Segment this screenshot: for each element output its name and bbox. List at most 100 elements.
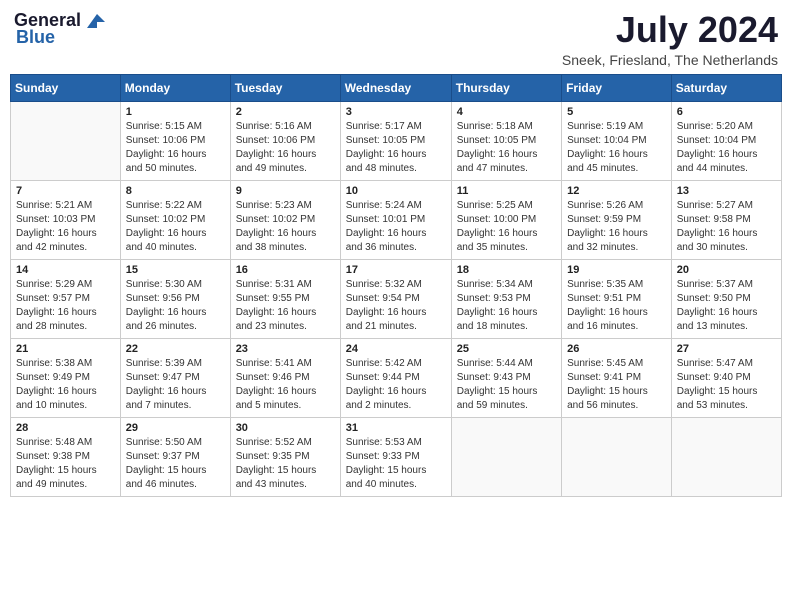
calendar-cell: 20Sunrise: 5:37 AMSunset: 9:50 PMDayligh… xyxy=(671,259,781,338)
day-info: Sunrise: 5:18 AMSunset: 10:05 PMDaylight… xyxy=(457,120,556,176)
day-number: 17 xyxy=(346,264,446,276)
day-info: Sunrise: 5:47 AMSunset: 9:40 PMDaylight:… xyxy=(677,357,776,413)
calendar-cell: 8 Sunrise: 5:22 AMSunset: 10:02 PMDayligh… xyxy=(120,180,230,259)
day-info: Sunrise: 5:26 AMSunset: 9:59 PMDaylight:… xyxy=(567,199,666,255)
day-number: 4 xyxy=(457,106,556,118)
logo-icon xyxy=(83,12,105,30)
calendar-cell: 30 Sunrise: 5:52 AMSunset: 9:35 PMDayligh… xyxy=(230,417,340,496)
calendar-week-row: 28 Sunrise: 5:48 AMSunset: 9:38 PMDayligh… xyxy=(11,417,782,496)
day-number: 29 xyxy=(126,422,225,434)
day-number: 20 xyxy=(677,264,776,276)
day-info: Sunrise: 5:21 AMSunset: 10:03 PMDaylight… xyxy=(16,199,115,255)
calendar-cell xyxy=(451,417,561,496)
day-info: Sunrise: 5:50 AMSunset: 9:37 PMDaylight:… xyxy=(126,436,225,492)
calendar-cell: 21 Sunrise: 5:38 AMSunset: 9:49 PMDayligh… xyxy=(11,338,121,417)
weekday-header: Sunday xyxy=(11,74,121,101)
calendar-cell: 7 Sunrise: 5:21 AMSunset: 10:03 PMDayligh… xyxy=(11,180,121,259)
day-number: 15 xyxy=(126,264,225,276)
day-number: 21 xyxy=(16,343,115,355)
calendar-cell: 14 Sunrise: 5:29 AMSunset: 9:57 PMDayligh… xyxy=(11,259,121,338)
month-title: July 2024 xyxy=(562,10,778,50)
weekday-header: Thursday xyxy=(451,74,561,101)
day-info: Sunrise: 5:25 AMSunset: 10:00 PMDaylight… xyxy=(457,199,556,255)
day-number: 9 xyxy=(236,185,335,197)
day-info: Sunrise: 5:53 AMSunset: 9:33 PMDaylight:… xyxy=(346,436,446,492)
day-info: Sunrise: 5:48 AMSunset: 9:38 PMDaylight:… xyxy=(16,436,115,492)
day-info: Sunrise: 5:39 AMSunset: 9:47 PMDaylight:… xyxy=(126,357,225,413)
title-block: July 2024 Sneek, Friesland, The Netherla… xyxy=(562,10,778,68)
day-number: 8 xyxy=(126,185,225,197)
calendar-cell xyxy=(11,101,121,180)
day-info: Sunrise: 5:16 AMSunset: 10:06 PMDaylight… xyxy=(236,120,335,176)
day-info: Sunrise: 5:17 AMSunset: 10:05 PMDaylight… xyxy=(346,120,446,176)
calendar-cell: 29 Sunrise: 5:50 AMSunset: 9:37 PMDayligh… xyxy=(120,417,230,496)
day-number: 30 xyxy=(236,422,335,434)
calendar-cell: 18Sunrise: 5:34 AMSunset: 9:53 PMDayligh… xyxy=(451,259,561,338)
calendar-cell: 5Sunrise: 5:19 AMSunset: 10:04 PMDayligh… xyxy=(562,101,672,180)
day-number: 19 xyxy=(567,264,666,276)
page-header: General Blue July 2024 Sneek, Friesland,… xyxy=(10,10,782,68)
day-number: 13 xyxy=(677,185,776,197)
day-number: 12 xyxy=(567,185,666,197)
day-info: Sunrise: 5:31 AMSunset: 9:55 PMDaylight:… xyxy=(236,278,335,334)
calendar-header-row: SundayMondayTuesdayWednesdayThursdayFrid… xyxy=(11,74,782,101)
calendar-cell: 28 Sunrise: 5:48 AMSunset: 9:38 PMDayligh… xyxy=(11,417,121,496)
calendar-cell: 26 Sunrise: 5:45 AMSunset: 9:41 PMDayligh… xyxy=(562,338,672,417)
day-number: 1 xyxy=(126,106,225,118)
day-number: 28 xyxy=(16,422,115,434)
day-info: Sunrise: 5:30 AMSunset: 9:56 PMDaylight:… xyxy=(126,278,225,334)
day-number: 7 xyxy=(16,185,115,197)
day-info: Sunrise: 5:52 AMSunset: 9:35 PMDaylight:… xyxy=(236,436,335,492)
calendar-cell: 25 Sunrise: 5:44 AMSunset: 9:43 PMDayligh… xyxy=(451,338,561,417)
day-number: 16 xyxy=(236,264,335,276)
day-info: Sunrise: 5:15 AMSunset: 10:06 PMDaylight… xyxy=(126,120,225,176)
day-number: 23 xyxy=(236,343,335,355)
day-info: Sunrise: 5:27 AMSunset: 9:58 PMDaylight:… xyxy=(677,199,776,255)
day-info: Sunrise: 5:24 AMSunset: 10:01 PMDaylight… xyxy=(346,199,446,255)
calendar-cell: 10Sunrise: 5:24 AMSunset: 10:01 PMDaylig… xyxy=(340,180,451,259)
day-info: Sunrise: 5:42 AMSunset: 9:44 PMDaylight:… xyxy=(346,357,446,413)
weekday-header: Wednesday xyxy=(340,74,451,101)
calendar-cell: 23 Sunrise: 5:41 AMSunset: 9:46 PMDayligh… xyxy=(230,338,340,417)
calendar-cell: 11Sunrise: 5:25 AMSunset: 10:00 PMDaylig… xyxy=(451,180,561,259)
calendar-cell: 15 Sunrise: 5:30 AMSunset: 9:56 PMDayligh… xyxy=(120,259,230,338)
day-info: Sunrise: 5:41 AMSunset: 9:46 PMDaylight:… xyxy=(236,357,335,413)
calendar-table: SundayMondayTuesdayWednesdayThursdayFrid… xyxy=(10,74,782,497)
day-number: 3 xyxy=(346,106,446,118)
calendar-cell: 9 Sunrise: 5:23 AMSunset: 10:02 PMDayligh… xyxy=(230,180,340,259)
day-number: 26 xyxy=(567,343,666,355)
day-info: Sunrise: 5:38 AMSunset: 9:49 PMDaylight:… xyxy=(16,357,115,413)
logo-blue-text: Blue xyxy=(16,27,55,48)
calendar-cell: 27Sunrise: 5:47 AMSunset: 9:40 PMDayligh… xyxy=(671,338,781,417)
day-number: 2 xyxy=(236,106,335,118)
day-info: Sunrise: 5:45 AMSunset: 9:41 PMDaylight:… xyxy=(567,357,666,413)
day-number: 14 xyxy=(16,264,115,276)
day-info: Sunrise: 5:22 AMSunset: 10:02 PMDaylight… xyxy=(126,199,225,255)
calendar-week-row: 14 Sunrise: 5:29 AMSunset: 9:57 PMDayligh… xyxy=(11,259,782,338)
calendar-cell: 22Sunrise: 5:39 AMSunset: 9:47 PMDayligh… xyxy=(120,338,230,417)
calendar-cell: 16 Sunrise: 5:31 AMSunset: 9:55 PMDayligh… xyxy=(230,259,340,338)
day-number: 24 xyxy=(346,343,446,355)
calendar-cell: 31 Sunrise: 5:53 AMSunset: 9:33 PMDayligh… xyxy=(340,417,451,496)
calendar-cell: 24 Sunrise: 5:42 AMSunset: 9:44 PMDayligh… xyxy=(340,338,451,417)
day-number: 5 xyxy=(567,106,666,118)
day-info: Sunrise: 5:23 AMSunset: 10:02 PMDaylight… xyxy=(236,199,335,255)
day-info: Sunrise: 5:44 AMSunset: 9:43 PMDaylight:… xyxy=(457,357,556,413)
day-number: 31 xyxy=(346,422,446,434)
day-number: 18 xyxy=(457,264,556,276)
calendar-cell xyxy=(562,417,672,496)
weekday-header: Friday xyxy=(562,74,672,101)
calendar-cell: 6Sunrise: 5:20 AMSunset: 10:04 PMDayligh… xyxy=(671,101,781,180)
calendar-cell: 2 Sunrise: 5:16 AMSunset: 10:06 PMDayligh… xyxy=(230,101,340,180)
weekday-header: Tuesday xyxy=(230,74,340,101)
day-number: 6 xyxy=(677,106,776,118)
calendar-cell: 3 Sunrise: 5:17 AMSunset: 10:05 PMDayligh… xyxy=(340,101,451,180)
calendar-week-row: 7 Sunrise: 5:21 AMSunset: 10:03 PMDayligh… xyxy=(11,180,782,259)
weekday-header: Saturday xyxy=(671,74,781,101)
calendar-week-row: 21 Sunrise: 5:38 AMSunset: 9:49 PMDayligh… xyxy=(11,338,782,417)
day-info: Sunrise: 5:29 AMSunset: 9:57 PMDaylight:… xyxy=(16,278,115,334)
day-info: Sunrise: 5:32 AMSunset: 9:54 PMDaylight:… xyxy=(346,278,446,334)
calendar-cell: 4 Sunrise: 5:18 AMSunset: 10:05 PMDayligh… xyxy=(451,101,561,180)
location-text: Sneek, Friesland, The Netherlands xyxy=(562,52,778,68)
day-number: 25 xyxy=(457,343,556,355)
